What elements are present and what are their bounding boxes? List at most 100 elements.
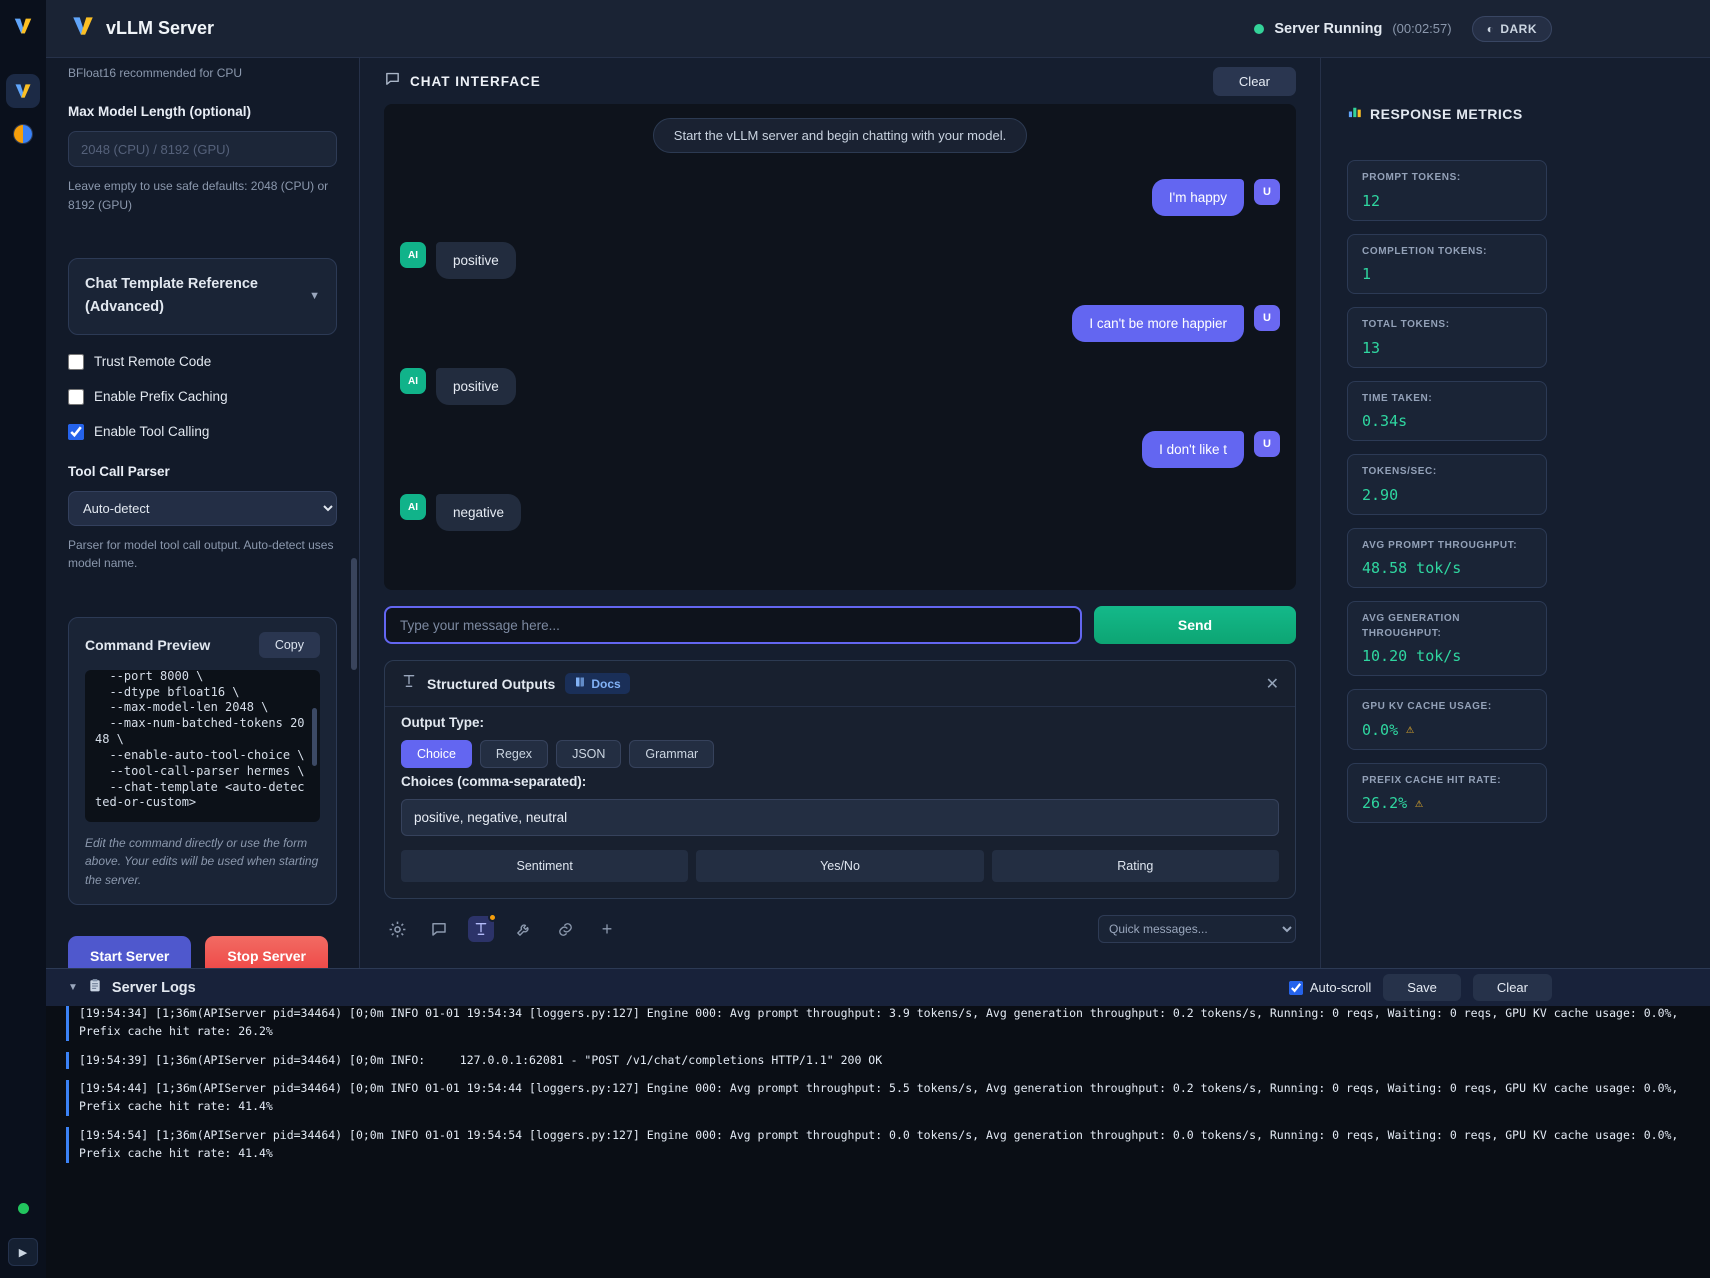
output-type-choice-button[interactable]: Choice [401,740,472,768]
choices-label: Choices (comma-separated): [401,774,1279,789]
choices-input[interactable] [401,799,1279,836]
brand: vLLM Server [70,13,214,44]
chat-message-input[interactable] [384,606,1082,644]
user-message-bubble: I can't be more happier [1072,305,1244,342]
tool-call-parser-label: Tool Call Parser [68,464,337,479]
copy-command-button[interactable]: Copy [259,632,320,658]
server-status-label: Server Running [1274,21,1382,37]
user-message-bubble: I don't like t [1142,431,1244,468]
server-logs-panel: ▼ Server Logs Auto-scroll Save Clear [19… [46,968,1710,1278]
log-line: [19:54:34] [1;36m(APIServer pid=34464) [… [66,1006,1690,1041]
app-header: vLLM Server Server Running (00:02:57) ◐ … [46,0,1710,58]
warning-icon: ⚠ [1406,722,1414,737]
close-icon[interactable]: ✕ [1266,674,1279,694]
max-model-length-label: Max Model Length (optional) [68,104,337,119]
chat-history: Start the vLLM server and begin chatting… [384,104,1296,590]
trust-remote-code-checkbox[interactable] [68,354,84,370]
message-icon[interactable] [426,916,452,942]
logs-output[interactable]: [19:54:34] [1;36m(APIServer pid=34464) [… [46,1006,1710,1278]
chat-message-ai: AI negative [400,494,1280,531]
collapse-caret-icon[interactable]: ▼ [68,982,78,993]
rail-play-button[interactable]: ▶ [8,1238,38,1266]
command-preview-title: Command Preview [85,637,210,653]
max-model-length-input[interactable] [68,131,337,167]
chat-message-user: I don't like t U [400,431,1280,468]
app-rail: ▶ [0,0,46,1278]
send-button[interactable]: Send [1094,606,1296,644]
user-avatar: U [1254,305,1280,331]
output-type-grammar-button[interactable]: Grammar [629,740,714,768]
ai-message-bubble: positive [436,242,516,279]
enable-prefix-caching-checkbox-row[interactable]: Enable Prefix Caching [68,389,337,405]
stop-server-button[interactable]: Stop Server [205,936,328,968]
structured-outputs-icon [401,673,417,694]
config-sidebar: BFloat16 recommended for CPU Max Model L… [46,58,360,968]
wrench-icon[interactable] [510,916,536,942]
docs-link[interactable]: Docs [565,673,629,694]
user-avatar: U [1254,179,1280,205]
output-type-label: Output Type: [401,715,1279,730]
metric-time-taken: TIME TAKEN: 0.34s [1347,381,1547,442]
chat-message-ai: AI positive [400,242,1280,279]
chat-bubble-icon [384,70,401,92]
log-line: [19:54:39] [1;36m(APIServer pid=34464) [… [66,1052,1690,1070]
book-icon [574,676,586,691]
preset-yesno-button[interactable]: Yes/No [696,850,983,882]
preset-rating-button[interactable]: Rating [992,850,1279,882]
clear-chat-button[interactable]: Clear [1213,67,1296,96]
chevron-down-icon: ▼ [309,290,320,302]
ai-avatar: AI [400,368,426,394]
enable-tool-calling-checkbox[interactable] [68,424,84,440]
rail-status-dot [18,1203,29,1214]
save-logs-button[interactable]: Save [1383,974,1461,1001]
ai-avatar: AI [400,494,426,520]
autoscroll-checkbox[interactable] [1289,981,1303,995]
enable-tool-calling-checkbox-row[interactable]: Enable Tool Calling [68,424,337,440]
user-message-bubble: I'm happy [1152,179,1244,216]
rail-item-vllm[interactable] [6,74,40,108]
chat-template-reference-title: Chat Template Reference (Advanced) [85,273,309,319]
trust-remote-code-checkbox-row[interactable]: Trust Remote Code [68,354,337,370]
log-line: [19:54:44] [1;36m(APIServer pid=34464) [… [66,1080,1690,1116]
output-type-regex-button[interactable]: Regex [480,740,548,768]
settings-gear-icon[interactable] [384,916,410,942]
server-status-dot [1254,24,1264,34]
chat-message-ai: AI positive [400,368,1280,405]
plus-icon[interactable]: + [594,916,620,942]
clear-logs-button[interactable]: Clear [1473,974,1552,1001]
chat-interface-title: CHAT INTERFACE [410,74,541,89]
user-avatar: U [1254,431,1280,457]
metric-prefix-cache-hit-rate: PREFIX CACHE HIT RATE: 26.2%⚠ [1347,763,1547,824]
tool-call-parser-help: Parser for model tool call output. Auto-… [68,536,337,573]
app-title: vLLM Server [106,18,214,39]
dtype-note: BFloat16 recommended for CPU [68,66,337,80]
metric-tokens-per-sec: TOKENS/SEC: 2.90 [1347,454,1547,515]
tool-call-parser-select[interactable]: Auto-detect [68,491,337,526]
ai-message-bubble: negative [436,494,521,531]
chat-template-reference-toggle[interactable]: Chat Template Reference (Advanced) ▼ [68,258,337,334]
enable-prefix-caching-checkbox[interactable] [68,389,84,405]
bar-chart-icon [1347,104,1362,124]
server-logs-title: Server Logs [112,980,196,996]
ai-avatar: AI [400,242,426,268]
preset-sentiment-button[interactable]: Sentiment [401,850,688,882]
output-type-json-button[interactable]: JSON [556,740,621,768]
command-scrollbar-thumb[interactable] [312,708,317,766]
metric-total-tokens: TOTAL TOKENS: 13 [1347,307,1547,368]
chat-panel: CHAT INTERFACE Clear Start the vLLM serv… [360,58,1320,968]
play-icon: ▶ [19,1246,27,1259]
autoscroll-checkbox-row[interactable]: Auto-scroll [1289,980,1371,995]
command-preview-code[interactable]: --port 8000 \ --dtype bfloat16 \ --max-m… [85,670,320,822]
chat-message-user: I can't be more happier U [400,305,1280,342]
vllm-logo-icon [12,15,34,42]
metric-gpu-kv-cache-usage: GPU KV CACHE USAGE: 0.0%⚠ [1347,689,1547,750]
theme-toggle-button[interactable]: ◐ DARK [1472,16,1552,42]
sidebar-scrollbar-thumb[interactable] [351,558,357,670]
quick-messages-select[interactable]: Quick messages... [1098,915,1296,943]
start-server-button[interactable]: Start Server [68,936,191,968]
ai-message-bubble: positive [436,368,516,405]
link-icon[interactable] [552,916,578,942]
chat-message-user: I'm happy U [400,179,1280,216]
structured-outputs-toggle-icon[interactable] [468,916,494,942]
rail-item-gradio-icon[interactable] [13,124,33,144]
